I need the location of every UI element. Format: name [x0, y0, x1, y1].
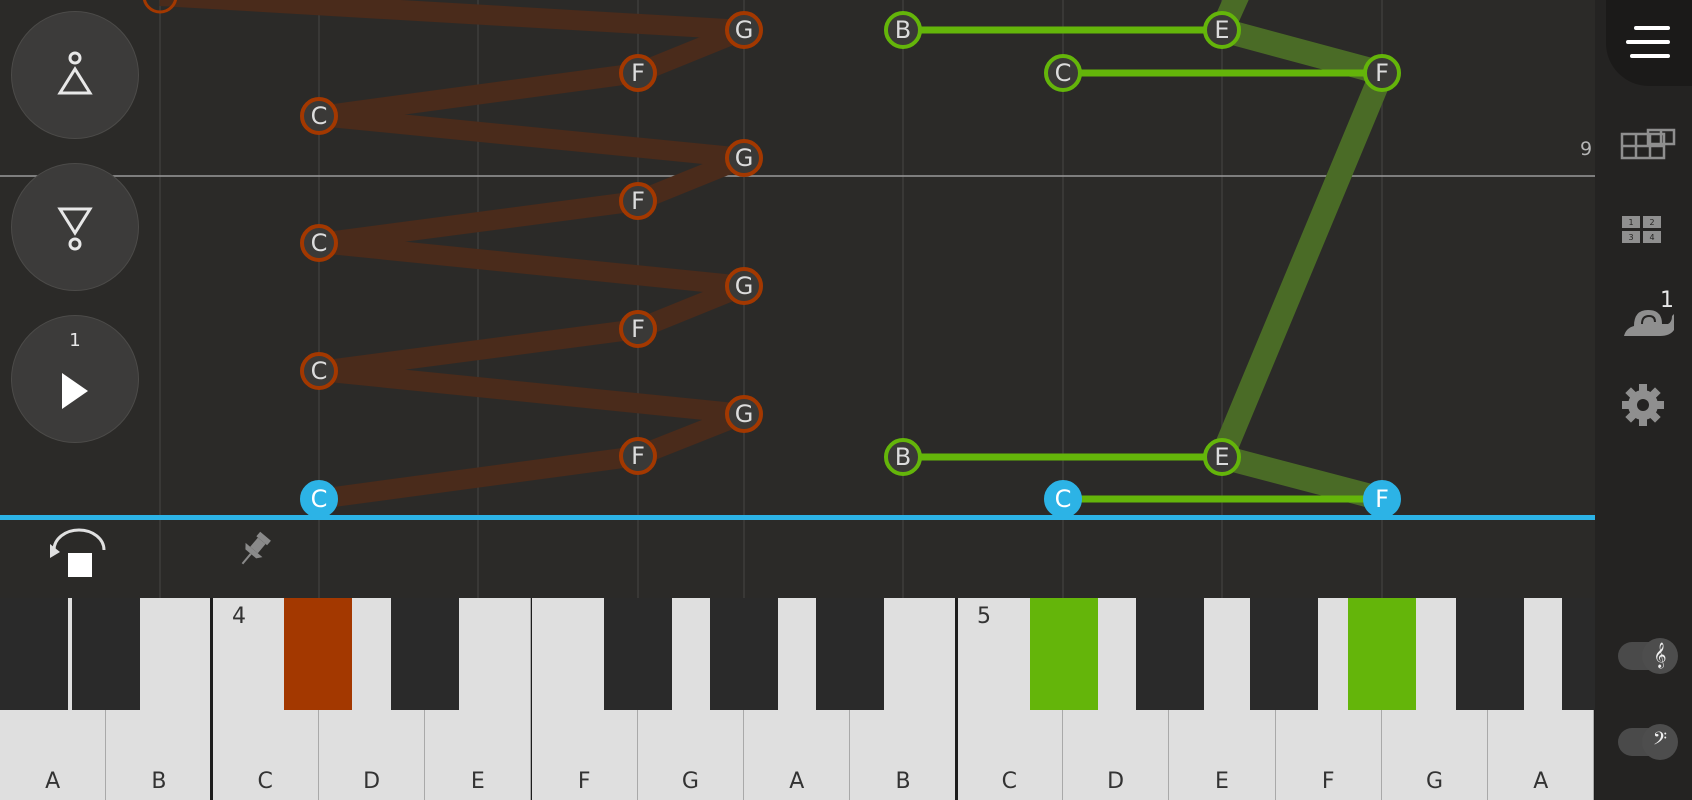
note-label: C [311, 229, 328, 257]
white-key-label: E [470, 769, 485, 794]
black-key[interactable] [0, 598, 68, 710]
white-key-label: F [1321, 769, 1335, 794]
loop-down-icon [57, 207, 93, 251]
black-key[interactable] [710, 598, 778, 710]
white-key-label: B [151, 769, 167, 794]
white-key-label: G [1426, 769, 1444, 794]
highlighted-key-g5[interactable] [1348, 598, 1416, 710]
white-key-label: A [1533, 769, 1549, 794]
play-icon [62, 373, 88, 409]
white-key-label: A [789, 769, 805, 794]
white-key-label: D [1107, 769, 1125, 794]
finger-number-4: 4 [1649, 233, 1654, 242]
note-label: E [1214, 443, 1229, 471]
note-label: B [895, 443, 911, 471]
pin-button[interactable] [234, 528, 274, 572]
loop-down-button[interactable] [11, 163, 139, 291]
note-label: E [1214, 16, 1229, 44]
note-label: C [311, 102, 328, 130]
note-label: G [735, 272, 754, 300]
black-key[interactable] [1562, 598, 1595, 710]
note-label: C [1055, 485, 1072, 513]
playhead-line [0, 515, 1595, 520]
rewind-stop-button[interactable] [48, 528, 110, 592]
note-label: G [735, 16, 754, 44]
loop-up-icon [57, 51, 93, 95]
settings-button[interactable] [1620, 382, 1666, 428]
white-key-label: B [895, 769, 911, 794]
note-label: F [1375, 59, 1389, 87]
octave-label: 4 [232, 604, 246, 629]
note-label: C [1055, 59, 1072, 87]
note-label: F [631, 59, 645, 87]
note-label: G [735, 400, 754, 428]
highlighted-key-d5[interactable] [1030, 598, 1098, 710]
menu-button[interactable] [1606, 0, 1692, 86]
menu-icon [1626, 26, 1670, 58]
black-key[interactable] [1250, 598, 1318, 710]
piano-roll[interactable]: G F C G F C G F C G F C B E C F B E C F [0, 0, 1595, 600]
bass-clef-icon: 𝄢 [1642, 724, 1678, 760]
finger-numbers-icon: 1 2 3 4 [1622, 216, 1661, 243]
black-key[interactable] [72, 598, 140, 710]
finger-number-3: 3 [1628, 233, 1633, 242]
white-key-label: E [1214, 769, 1229, 794]
note-label: F [1375, 485, 1389, 513]
finger-number-2: 2 [1649, 218, 1654, 227]
black-key[interactable] [604, 598, 672, 710]
treble-toggle[interactable]: 𝄞 [1618, 638, 1678, 674]
grid-button[interactable] [1620, 128, 1676, 160]
note-label: C [311, 357, 328, 385]
black-key[interactable] [816, 598, 884, 710]
octave-label: 5 [977, 604, 991, 629]
highlighted-key-d4[interactable] [284, 598, 352, 710]
finger-numbers-button[interactable]: 1 2 3 4 [1620, 214, 1664, 246]
white-key-label: A [45, 769, 61, 794]
finger-number-1: 1 [1628, 218, 1633, 227]
play-count: 1 [69, 330, 81, 351]
note-label: C [311, 485, 328, 513]
white-key-label: D [363, 769, 381, 794]
rewind-stop-icon [50, 528, 106, 577]
loop-up-button[interactable] [11, 11, 139, 139]
white-key-label: C [257, 769, 273, 794]
grid-icon [1620, 128, 1676, 160]
octave-divider [955, 598, 958, 800]
piano-roll-canvas: G F C G F C G F C G F C B E C F B E C F [0, 0, 1595, 600]
note-label: F [631, 187, 645, 215]
piano-keyboard[interactable]: A B C D E F G A B C D E F G A 4 5 [0, 598, 1595, 800]
black-key[interactable] [391, 598, 459, 710]
treble-clef-icon: 𝄞 [1642, 638, 1678, 674]
white-key-label: C [1001, 769, 1018, 794]
white-key-label: G [681, 769, 699, 794]
speed-value: 1 [1660, 288, 1674, 313]
octave-divider [210, 598, 213, 800]
pin-icon [241, 531, 271, 565]
black-key[interactable] [1136, 598, 1204, 710]
note-label: G [735, 144, 754, 172]
black-key[interactable] [1456, 598, 1524, 710]
bass-toggle[interactable]: 𝄢 [1618, 724, 1678, 760]
note-label: F [631, 315, 645, 343]
gear-icon [1622, 384, 1664, 426]
white-key-label: F [577, 769, 591, 794]
note-label: B [895, 16, 911, 44]
note-label: F [631, 442, 645, 470]
measure-number: 9 [1580, 138, 1593, 160]
play-button[interactable]: 1 [11, 315, 139, 443]
